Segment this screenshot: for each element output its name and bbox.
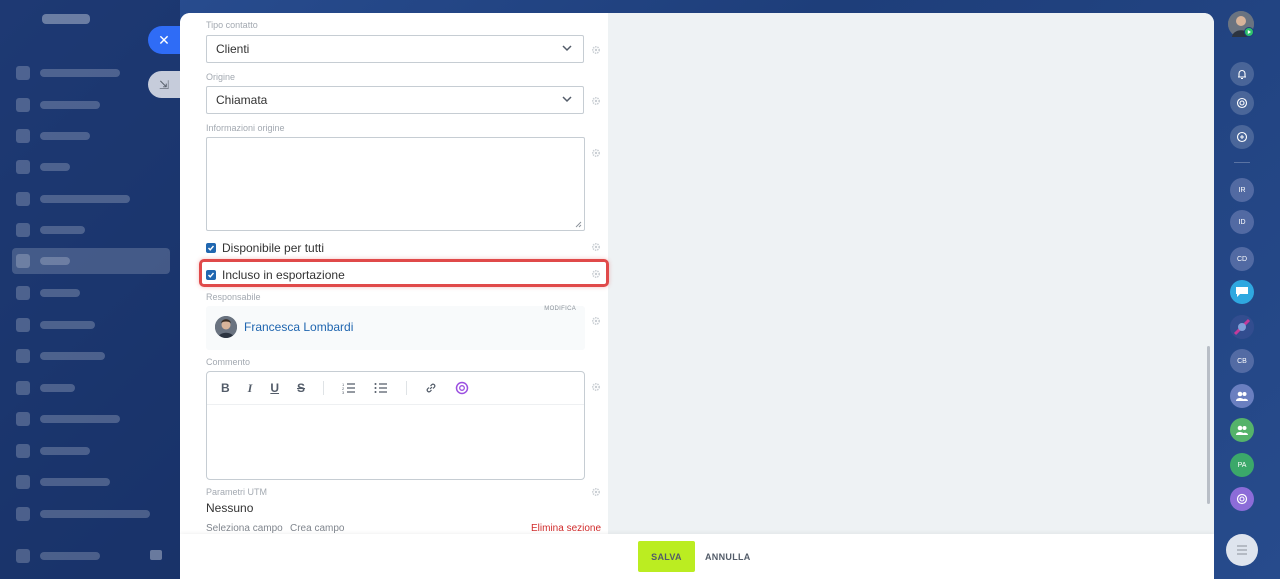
menu-button[interactable] (1226, 534, 1258, 566)
background-menu-item (16, 547, 166, 565)
chevron-down-icon (562, 45, 572, 52)
checkbox-checked-icon (206, 270, 216, 280)
contact-avatar[interactable]: PA (1230, 453, 1254, 477)
group-icon[interactable] (1230, 384, 1254, 408)
copilot-icon[interactable] (455, 381, 469, 395)
scrollbar[interactable] (1207, 346, 1210, 504)
editor-toolbar: B I U S 123 (207, 372, 584, 405)
toolbar-divider (323, 381, 325, 395)
background-menu-item (16, 190, 166, 208)
utm-value: Nessuno (206, 501, 254, 515)
source-value: Chiamata (216, 93, 268, 107)
comment-label: Commento (206, 357, 251, 367)
source-label: Origine (206, 72, 236, 82)
included-in-export-checkbox[interactable]: Incluso in esportazione (206, 268, 345, 282)
chat-search-icon[interactable] (1230, 125, 1254, 149)
activity-stream-icon[interactable] (1230, 91, 1254, 115)
responsible-name-link[interactable]: Francesca Lombardi (244, 320, 353, 334)
background-menu-item (16, 284, 166, 302)
gear-icon[interactable] (591, 96, 601, 106)
menu-icon (1237, 545, 1247, 555)
resize-handle-icon[interactable] (575, 221, 582, 228)
edit-responsible-link[interactable]: MODIFICA (544, 306, 576, 312)
footer-bar: SALVA ANNULLA (180, 534, 1214, 579)
background-menu-item (16, 442, 166, 460)
background-menu-item (16, 379, 166, 397)
gear-icon[interactable] (591, 269, 601, 279)
source-info-textarea[interactable] (206, 137, 585, 231)
toolbar-divider (406, 381, 408, 395)
background-menu-item (16, 127, 166, 145)
close-icon: ✕ (158, 31, 170, 48)
bold-button[interactable]: B (221, 381, 230, 395)
cancel-button[interactable]: ANNULLA (705, 541, 751, 572)
numbered-list-icon[interactable]: 123 (342, 382, 356, 394)
group-icon[interactable] (1230, 418, 1254, 442)
background-menu-item (16, 64, 166, 82)
gear-icon[interactable] (591, 382, 601, 392)
available-to-all-label: Disponibile per tutti (222, 241, 325, 255)
comment-editor[interactable]: B I U S 123 (206, 371, 585, 480)
chat-avatar[interactable] (1230, 280, 1254, 304)
source-info-label: Informazioni origine (206, 123, 285, 133)
checkbox-checked-icon (206, 243, 216, 253)
background-menu-item (16, 316, 166, 334)
responsible-box: MODIFICA Francesca Lombardi (206, 306, 585, 350)
print-icon (150, 550, 162, 560)
background-menu-item (16, 410, 166, 428)
italic-button[interactable]: I (248, 381, 253, 396)
avatar (215, 316, 237, 338)
rail-divider (1234, 162, 1250, 163)
create-field-link[interactable]: Crea campo (290, 523, 344, 534)
contact-type-value: Clienti (216, 42, 250, 56)
contact-avatar[interactable] (1230, 315, 1254, 339)
gear-icon[interactable] (591, 316, 601, 326)
contact-type-label: Tipo contatto (206, 20, 258, 30)
background-menu-item (16, 96, 166, 114)
underline-button[interactable]: U (270, 381, 279, 395)
gear-icon[interactable] (591, 487, 601, 497)
strikethrough-button[interactable]: S (297, 381, 305, 395)
background-menu-item (16, 505, 166, 523)
contact-avatar[interactable]: CD (1230, 247, 1254, 271)
contact-avatar[interactable]: ID (1230, 210, 1254, 234)
utm-label: Parametri UTM (206, 487, 268, 497)
chevron-down-icon (562, 96, 572, 103)
included-in-export-label: Incluso in esportazione (222, 268, 345, 282)
right-empty-area (608, 13, 1214, 534)
select-field-link[interactable]: Seleziona campo (206, 523, 283, 534)
contact-avatar[interactable]: CB (1230, 349, 1254, 373)
background-logo (42, 14, 90, 24)
svg-text:3: 3 (342, 390, 345, 394)
user-avatar[interactable] (1228, 11, 1254, 37)
contact-edit-slider: Tipo contatto Clienti Origine Chiamata I… (180, 13, 1214, 579)
minimize-slider-button[interactable]: ⇲ (148, 71, 180, 98)
contact-form: Tipo contatto Clienti Origine Chiamata I… (180, 13, 609, 534)
close-slider-button[interactable]: ✕ (148, 26, 180, 54)
contact-type-select[interactable]: Clienti (206, 35, 584, 63)
background-menu-item (16, 158, 166, 176)
gear-icon[interactable] (591, 242, 601, 252)
available-to-all-checkbox[interactable]: Disponibile per tutti (206, 241, 324, 255)
link-icon[interactable] (425, 382, 437, 394)
source-select[interactable]: Chiamata (206, 86, 584, 114)
right-rail: IR ID CD CB PA (1220, 0, 1280, 579)
gear-icon[interactable] (591, 148, 601, 158)
background-menu-item (16, 347, 166, 365)
bell-icon[interactable] (1230, 62, 1254, 86)
copilot-icon[interactable] (1230, 487, 1254, 511)
gear-icon[interactable] (591, 45, 601, 55)
contact-avatar[interactable]: IR (1230, 178, 1254, 202)
background-menu-item (16, 221, 166, 239)
delete-section-link[interactable]: Elimina sezione (531, 523, 601, 534)
background-menu-item (16, 473, 166, 491)
save-button[interactable]: SALVA (638, 541, 695, 572)
minimize-icon: ⇲ (158, 77, 170, 92)
background-menu-item-active (12, 248, 170, 274)
responsible-label: Responsabile (206, 292, 261, 302)
bullet-list-icon[interactable] (374, 382, 388, 394)
